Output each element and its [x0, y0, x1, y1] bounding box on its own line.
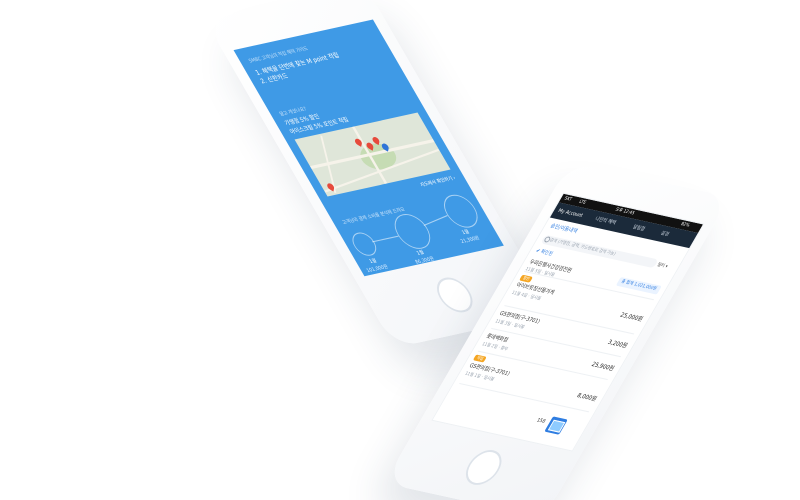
stat-circle — [437, 191, 485, 231]
filter-dropdown[interactable]: 필터 ▾ — [655, 262, 669, 271]
tab-settings[interactable]: 설정 — [656, 226, 672, 243]
stat-value: 21,300원 — [459, 235, 481, 246]
map-link[interactable]: 지도에서 확인하기 › — [419, 174, 458, 189]
stat-item: 1월 101,000원 — [361, 255, 391, 275]
card-icon — [547, 419, 566, 433]
promo-stage: SMBC 고객님의 적립 혜택 가이드 1. 혜택을 단번에 찾는 M poin… — [0, 0, 800, 500]
tab-my-benefits[interactable]: 나만의 혜택 — [591, 211, 620, 231]
benefit-guide-screen: SMBC 고객님의 적립 혜택 가이드 1. 혜택을 단번에 찾는 M poin… — [233, 19, 504, 277]
transaction-amount: 3,200원 — [606, 338, 629, 350]
stat-circle — [347, 230, 381, 258]
stat-item: 1월 86,300원 — [409, 247, 436, 266]
stat-connector — [423, 215, 448, 226]
transaction-amount: 25,000원 — [618, 311, 645, 324]
stat-circle — [387, 211, 438, 252]
stat-connector — [371, 235, 399, 243]
home-button[interactable] — [430, 274, 480, 316]
search-placeholder: 검색 (가맹점, 금액, 카드번호로 검색 가능) — [548, 238, 617, 258]
tab-notifications[interactable]: 알림함 — [629, 220, 649, 238]
card-count-label: 158 — [535, 417, 547, 425]
transaction-amount: 25,900원 — [589, 361, 616, 373]
transaction-amount: 8,000원 — [575, 392, 598, 403]
stat-item: 1월 21,300원 — [455, 227, 482, 246]
stat-value: 86,300원 — [414, 255, 436, 266]
home-button[interactable] — [459, 447, 509, 488]
page-subtitle: 승인/이용내역 — [548, 223, 579, 235]
card-button[interactable] — [544, 416, 568, 435]
stat-value: 101,000원 — [365, 263, 390, 275]
